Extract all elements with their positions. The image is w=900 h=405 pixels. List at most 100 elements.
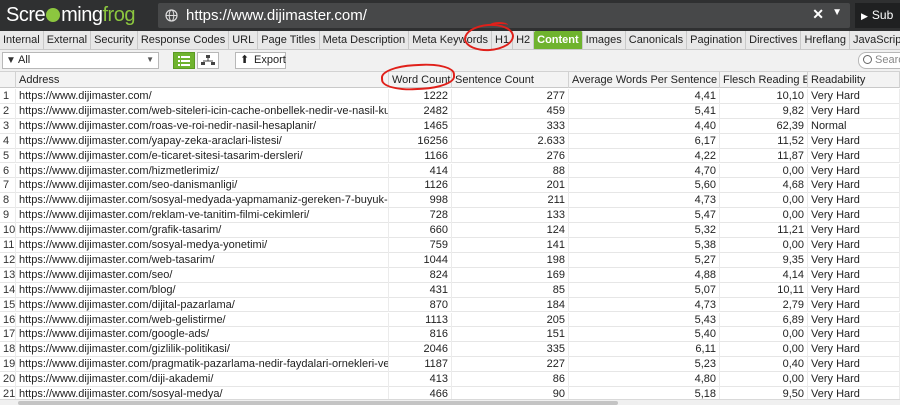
average-words-cell: 4,73 — [569, 193, 720, 209]
address-cell: https://www.dijimaster.com/reklam-ve-tan… — [16, 208, 389, 224]
sentence-count-cell: 227 — [452, 357, 569, 373]
filter-select[interactable]: ▼ All ▼ — [2, 52, 159, 69]
table-row[interactable]: 18 https://www.dijimaster.com/gizlilik-po… — [0, 342, 900, 358]
header-sentence-count[interactable]: Sentence Count — [452, 72, 569, 88]
flesch-cell: 10,10 — [720, 89, 808, 104]
table-row[interactable]: 19 https://www.dijimaster.com/pragmatik-p… — [0, 357, 900, 373]
sentence-count-cell: 184 — [452, 297, 569, 313]
table-row[interactable]: 1 https://www.dijimaster.com/1222 277 4,41 1… — [0, 89, 900, 104]
table-row[interactable]: 8 https://www.dijimaster.com/sosyal-medya… — [0, 193, 900, 209]
export-button[interactable]: ⬆ Export — [235, 52, 286, 69]
word-count-cell: 414 — [389, 163, 452, 179]
tab-canonicals[interactable]: Canonicals — [626, 31, 688, 49]
flesch-cell: 0,00 — [720, 163, 808, 179]
header-readability[interactable]: Readability — [808, 72, 900, 88]
average-words-cell: 5,38 — [569, 238, 720, 253]
sentence-count-cell: 205 — [452, 312, 569, 328]
sentence-count-cell: 198 — [452, 252, 569, 268]
flesch-cell: 11,87 — [720, 148, 808, 164]
address-cell: https://www.dijimaster.com/dijital-pazar… — [16, 297, 389, 313]
search-placeholder: Search... — [875, 54, 900, 66]
table-row[interactable]: 4 https://www.dijimaster.com/yapay-zeka-a… — [0, 133, 900, 149]
table-row[interactable]: 20 https://www.dijimaster.com/diji-akadem… — [0, 372, 900, 387]
tab-response-codes[interactable]: Response Codes — [138, 31, 230, 49]
tab-external[interactable]: External — [44, 31, 92, 49]
tree-view-button[interactable] — [197, 52, 219, 69]
table-row[interactable]: 11 https://www.dijimaster.com/sosyal-medy… — [0, 238, 900, 253]
tab-javascript[interactable]: JavaScript — [850, 31, 900, 49]
flesch-cell: 0,40 — [720, 357, 808, 373]
row-index: 16 — [0, 312, 16, 328]
search-input[interactable]: Search... — [858, 52, 900, 69]
row-index: 15 — [0, 297, 16, 313]
table-row[interactable]: 10 https://www.dijimaster.com/grafik-tasa… — [0, 223, 900, 238]
table-row[interactable]: 12 https://www.dijimaster.com/web-tasarim… — [0, 252, 900, 268]
header-average-words[interactable]: Average Words Per Sentence — [569, 72, 720, 88]
average-words-cell: 5,60 — [569, 178, 720, 194]
table-row[interactable]: 5 https://www.dijimaster.com/e-ticaret-si… — [0, 148, 900, 164]
table-row[interactable]: 2 https://www.dijimaster.com/web-siteleri… — [0, 103, 900, 119]
row-index: 6 — [0, 163, 16, 179]
table-row[interactable]: 7 https://www.dijimaster.com/seo-danisman… — [0, 178, 900, 194]
sentence-count-cell: 86 — [452, 372, 569, 387]
tab-internal[interactable]: Internal — [0, 31, 44, 49]
search-icon — [863, 55, 872, 64]
flesch-cell: 11,21 — [720, 223, 808, 238]
readability-cell: Very Hard — [808, 312, 900, 328]
tab-hreflang[interactable]: Hreflang — [801, 31, 851, 49]
table-row[interactable]: 16 https://www.dijimaster.com/web-gelisti… — [0, 312, 900, 328]
app-topbar: Scre mingfrog https://www.dijimaster.com/… — [0, 0, 900, 31]
address-cell: https://www.dijimaster.com/sosyal-medya-… — [16, 238, 389, 253]
readability-cell: Very Hard — [808, 282, 900, 298]
flesch-cell: 0,00 — [720, 372, 808, 387]
readability-cell: Very Hard — [808, 252, 900, 268]
sentence-count-cell: 211 — [452, 193, 569, 209]
readability-cell: Very Hard — [808, 133, 900, 149]
submit-button[interactable]: ▶ Sub — [855, 3, 900, 28]
tab-url[interactable]: URL — [229, 31, 259, 49]
readability-cell: Very Hard — [808, 208, 900, 224]
row-index: 14 — [0, 282, 16, 298]
sentence-count-cell: 459 — [452, 103, 569, 119]
word-count-cell: 431 — [389, 282, 452, 298]
sentence-count-cell: 2.633 — [452, 133, 569, 149]
list-view-button[interactable] — [173, 52, 195, 69]
header-address[interactable]: Address — [16, 72, 389, 88]
row-index: 17 — [0, 327, 16, 343]
table-row[interactable]: 13 https://www.dijimaster.com/seo/824 169 4… — [0, 267, 900, 283]
tab-content[interactable]: Content — [534, 31, 583, 49]
table-row[interactable]: 17 https://www.dijimaster.com/google-ads/… — [0, 327, 900, 343]
word-count-cell: 413 — [389, 372, 452, 387]
tab-security[interactable]: Security — [91, 31, 138, 49]
address-cell: https://www.dijimaster.com/roas-ve-roi-n… — [16, 118, 389, 134]
clear-url-icon[interactable]: ✕ — [812, 6, 824, 23]
address-cell: https://www.dijimaster.com/web-siteleri-… — [16, 103, 389, 119]
row-index: 19 — [0, 357, 16, 373]
row-index: 5 — [0, 148, 16, 164]
average-words-cell: 5,07 — [569, 282, 720, 298]
word-count-cell: 728 — [389, 208, 452, 224]
address-cell: https://www.dijimaster.com/web-gelistirm… — [16, 312, 389, 328]
tab-images[interactable]: Images — [583, 31, 626, 49]
tab-directives[interactable]: Directives — [746, 31, 802, 49]
tab-meta-description[interactable]: Meta Description — [320, 31, 410, 49]
readability-cell: Very Hard — [808, 357, 900, 373]
table-row[interactable]: 9 https://www.dijimaster.com/reklam-ve-ta… — [0, 208, 900, 224]
scrollbar-thumb[interactable] — [18, 401, 618, 405]
frog-logo-icon — [46, 8, 61, 22]
tree-view-icon — [201, 55, 215, 65]
tab-h2[interactable]: H2 — [513, 31, 535, 49]
table-row[interactable]: 6 https://www.dijimaster.com/hizmetlerimi… — [0, 163, 900, 179]
tab-pagination[interactable]: Pagination — [687, 31, 747, 49]
table-row[interactable]: 3 https://www.dijimaster.com/roas-ve-roi-… — [0, 118, 900, 134]
row-index: 7 — [0, 178, 16, 194]
address-cell: https://www.dijimaster.com/yapay-zeka-ar… — [16, 133, 389, 149]
word-count-cell: 1187 — [389, 357, 452, 373]
url-dropdown-icon[interactable]: ▼ — [832, 7, 842, 18]
tab-page-titles[interactable]: Page Titles — [258, 31, 320, 49]
readability-cell: Very Hard — [808, 178, 900, 194]
table-row[interactable]: 15 https://www.dijimaster.com/dijital-paz… — [0, 297, 900, 313]
horizontal-scrollbar[interactable] — [0, 399, 900, 405]
table-row[interactable]: 14 https://www.dijimaster.com/blog/431 85 5… — [0, 282, 900, 298]
header-flesch[interactable]: Flesch Reading Eas... — [720, 72, 808, 88]
